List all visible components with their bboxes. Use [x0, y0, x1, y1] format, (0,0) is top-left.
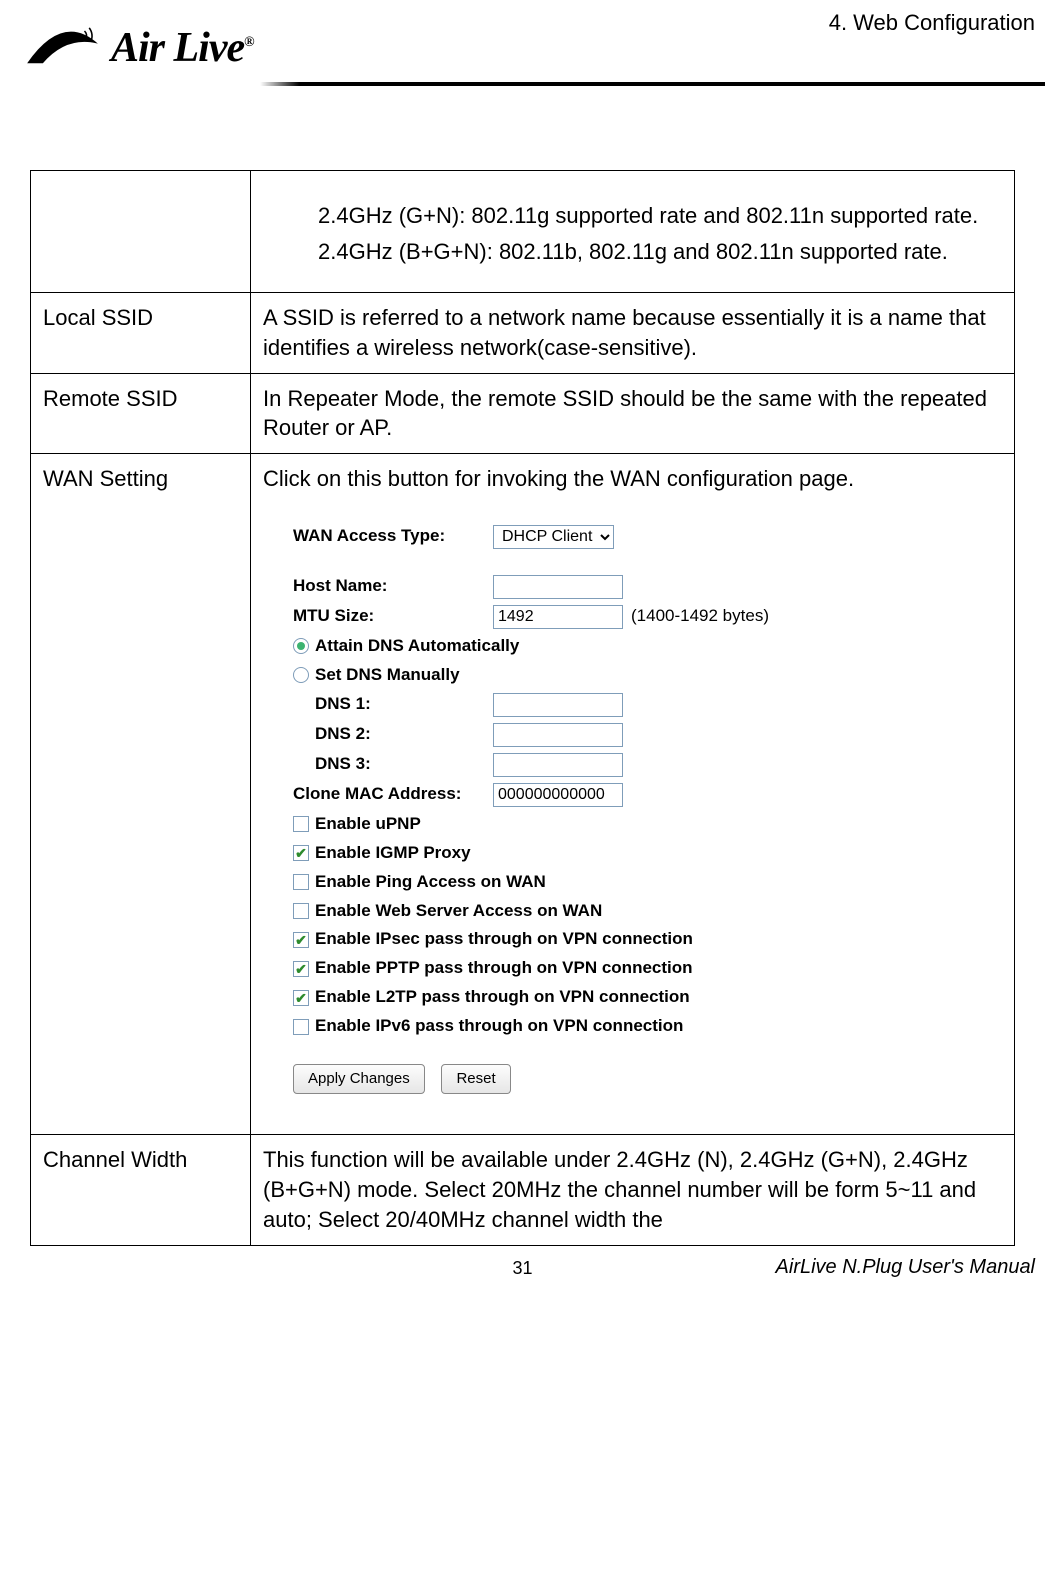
cb-ipv6-label: Enable IPv6 pass through on VPN connecti… — [315, 1015, 683, 1038]
dns2-input[interactable] — [493, 723, 623, 747]
logo: Air Live® — [20, 20, 254, 75]
remote-ssid-desc: In Repeater Mode, the remote SSID should… — [251, 373, 1015, 453]
config-table: 2.4GHz (G+N): 802.11g supported rate and… — [30, 170, 1015, 1246]
cb-l2tp-label: Enable L2TP pass through on VPN connecti… — [315, 986, 690, 1009]
cb-web-label: Enable Web Server Access on WAN — [315, 900, 602, 923]
content-area: 2.4GHz (G+N): 802.11g supported rate and… — [0, 150, 1045, 1246]
dns-manual-radio[interactable] — [293, 667, 309, 683]
cb-ipv6[interactable] — [293, 1019, 309, 1035]
remote-ssid-label: Remote SSID — [31, 373, 251, 453]
page-footer: 31 AirLive N.Plug User's Manual — [0, 1246, 1045, 1299]
cb-l2tp[interactable] — [293, 990, 309, 1006]
wan-access-type-label: WAN Access Type: — [293, 525, 493, 548]
wan-intro: Click on this button for invoking the WA… — [263, 464, 1002, 494]
dns2-label: DNS 2: — [293, 723, 493, 746]
rate-bgn: 2.4GHz (B+G+N): 802.11b, 802.11g and 802… — [318, 237, 1002, 267]
cb-ipsec-label: Enable IPsec pass through on VPN connect… — [315, 928, 693, 951]
dns1-label: DNS 1: — [293, 693, 493, 716]
registered-icon: ® — [244, 35, 253, 50]
dns3-label: DNS 3: — [293, 753, 493, 776]
cb-pptp-label: Enable PPTP pass through on VPN connecti… — [315, 957, 693, 980]
manual-title: AirLive N.Plug User's Manual — [693, 1256, 1035, 1279]
wan-access-type-select[interactable]: DHCP Client — [493, 525, 614, 549]
channel-width-label: Channel Width — [31, 1135, 251, 1245]
cb-web[interactable] — [293, 903, 309, 919]
clone-mac-label: Clone MAC Address: — [293, 783, 493, 806]
host-name-input[interactable] — [493, 575, 623, 599]
cb-upnp[interactable] — [293, 816, 309, 832]
wan-setting-cell: Click on this button for invoking the WA… — [251, 454, 1015, 1135]
wan-config-panel: WAN Access Type: DHCP Client Host Name: — [293, 525, 893, 1125]
dns3-input[interactable] — [493, 753, 623, 777]
mtu-input[interactable] — [493, 605, 623, 629]
cb-igmp[interactable] — [293, 845, 309, 861]
clone-mac-input[interactable] — [493, 783, 623, 807]
mtu-label: MTU Size: — [293, 605, 493, 628]
cb-igmp-label: Enable IGMP Proxy — [315, 842, 471, 865]
local-ssid-label: Local SSID — [31, 293, 251, 373]
cb-ping-label: Enable Ping Access on WAN — [315, 871, 546, 894]
wan-setting-label: WAN Setting — [31, 454, 251, 1135]
rate-gn: 2.4GHz (G+N): 802.11g supported rate and… — [318, 201, 1002, 231]
dns-manual-label: Set DNS Manually — [315, 664, 460, 687]
cb-upnp-label: Enable uPNP — [315, 813, 421, 836]
chapter-title: 4. Web Configuration — [829, 10, 1035, 36]
host-name-label: Host Name: — [293, 575, 493, 598]
dns-auto-radio[interactable] — [293, 638, 309, 654]
dns-auto-label: Attain DNS Automatically — [315, 635, 519, 658]
page-header: 4. Web Configuration Air Live® — [0, 0, 1045, 150]
logo-text-inner: Air Live — [111, 25, 244, 71]
cb-ipsec[interactable] — [293, 932, 309, 948]
reset-button[interactable]: Reset — [441, 1064, 510, 1094]
channel-width-desc: This function will be available under 2.… — [251, 1135, 1015, 1245]
mtu-hint: (1400-1492 bytes) — [631, 605, 769, 628]
table-cell-empty — [31, 171, 251, 293]
apply-changes-button[interactable]: Apply Changes — [293, 1064, 425, 1094]
cb-pptp[interactable] — [293, 961, 309, 977]
dns1-input[interactable] — [493, 693, 623, 717]
table-cell-rates: 2.4GHz (G+N): 802.11g supported rate and… — [251, 171, 1015, 293]
logo-swoosh-icon — [20, 20, 105, 75]
local-ssid-desc: A SSID is referred to a network name bec… — [251, 293, 1015, 373]
logo-text: Air Live® — [111, 24, 254, 72]
page-number: 31 — [352, 1258, 694, 1279]
cb-ping[interactable] — [293, 874, 309, 890]
header-rule — [260, 82, 1045, 86]
